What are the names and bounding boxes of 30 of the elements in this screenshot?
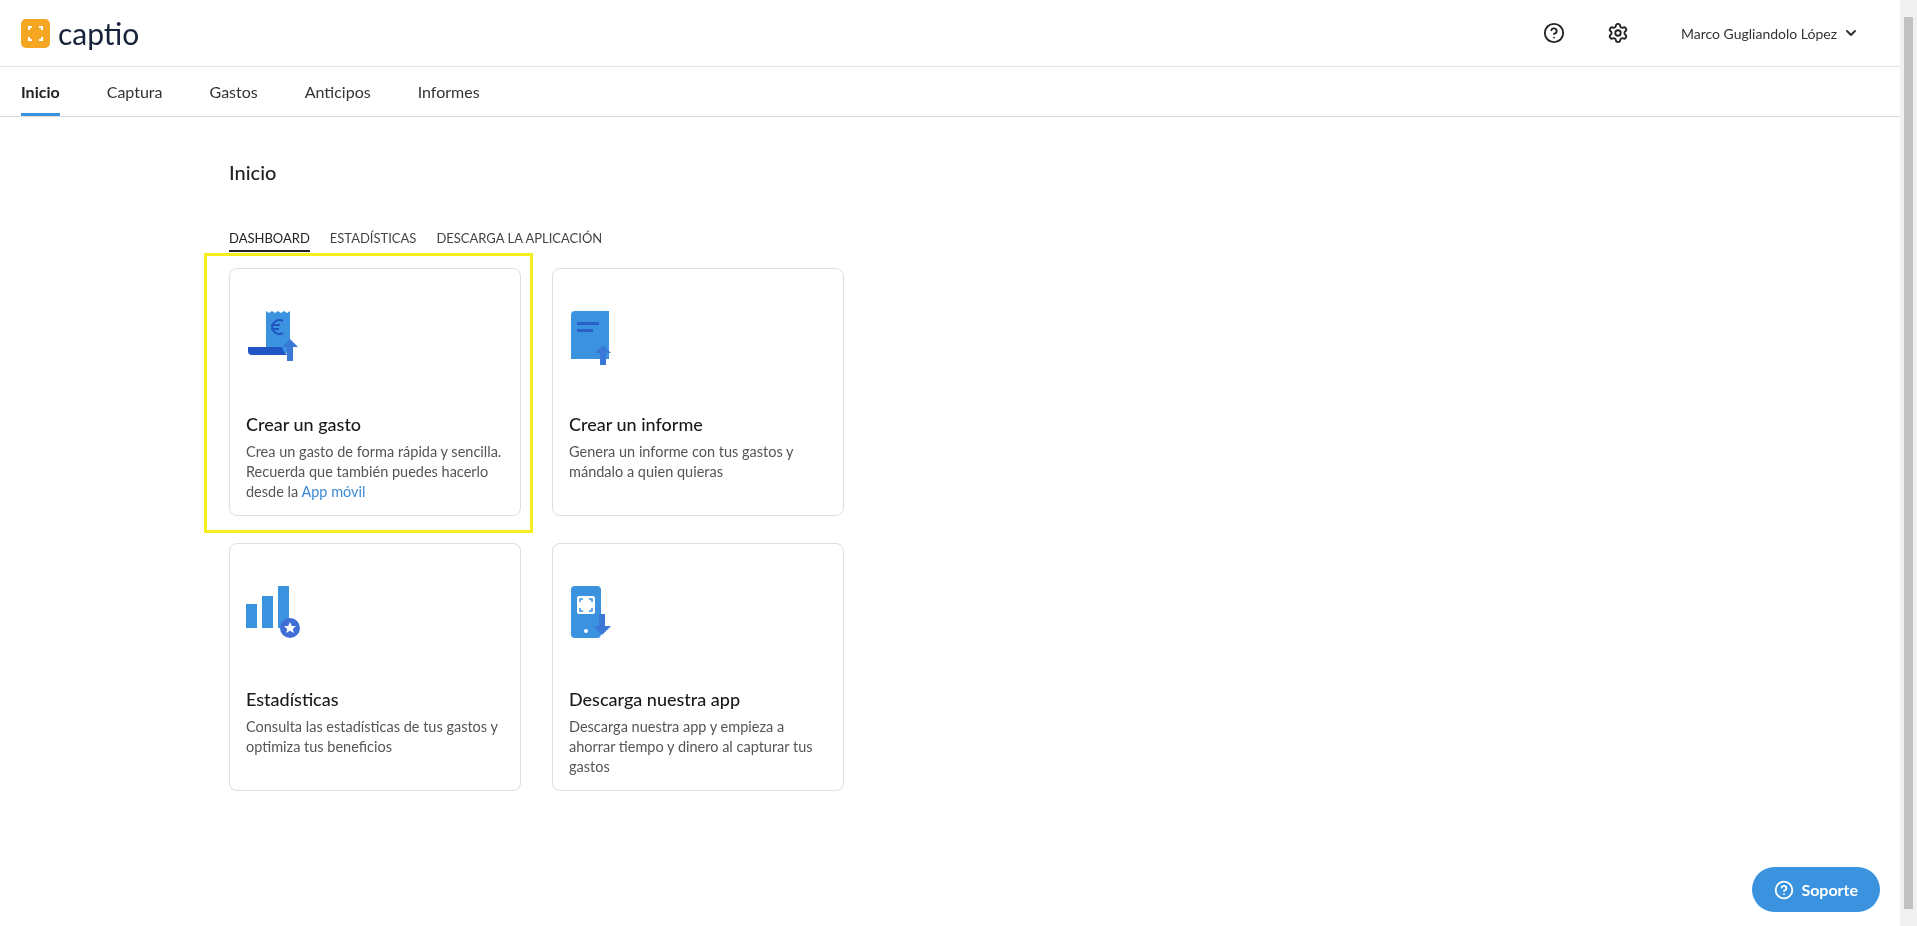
card-title: Crear un informe [569,411,704,437]
settings-icon[interactable] [1606,22,1629,44]
nav-tab[interactable]: Captura [106,67,163,116]
logo-text: captio [58,18,140,48]
nav-tab[interactable]: Gastos [209,67,258,116]
action-card[interactable]: Crear un informe Genera un informe con tus gastos y mándalo a quien quieras [552,267,844,516]
app-link[interactable]: App móvil [301,482,366,500]
help-icon [1774,879,1795,900]
nav-tab[interactable]: Informes [417,67,480,116]
nav-tab[interactable]: Anticipos [304,67,371,116]
action-card[interactable]: Crear un gasto Crea un gasto de forma rápida y sencilla. Recuerda que también puedes hacerlo desde la App móvil [229,267,521,516]
card-description: Descarga nuestra app y empieza a ahorrar tiempo y dinero al capturar tus gastos [569,716,814,777]
scrollbar[interactable] [1900,0,1917,926]
logo-icon [21,18,50,48]
help-icon[interactable] [1542,22,1565,44]
sub-tab[interactable]: DESCARGA LA APLICACIÓN [436,229,603,252]
user-menu[interactable]: Marco Gugliandolo López [1680,22,1859,44]
card-description: Crea un gasto de forma rápida y sencilla. Recuerda que también puedes hacerlo desde la App móvil [246,441,503,502]
bar-chart-star-icon [246,583,302,640]
card-title: Estadísticas [246,686,340,712]
page-title: Inicio [229,159,278,186]
action-card[interactable]: Estadísticas Consulta las estadísticas de tus gastos y optimiza tus beneficios [229,542,521,791]
nav-tab[interactable]: Inicio [21,67,60,116]
card-title: Crear un gasto [246,411,363,437]
sub-tab[interactable]: ESTADÍSTICAS [329,229,417,252]
card-description: Consulta las estadísticas de tus gastos y optimiza tus beneficios [246,716,499,757]
card-description: Genera un informe con tus gastos y mándalo a quien quieras [569,441,795,482]
card-title: Descarga nuestra app [569,686,742,712]
action-card[interactable]: Descarga nuestra app Descarga nuestra app y empieza a ahorrar tiempo y dinero al capturar tus gastos [552,542,844,791]
sub-tab[interactable]: DASHBOARD [229,229,310,252]
